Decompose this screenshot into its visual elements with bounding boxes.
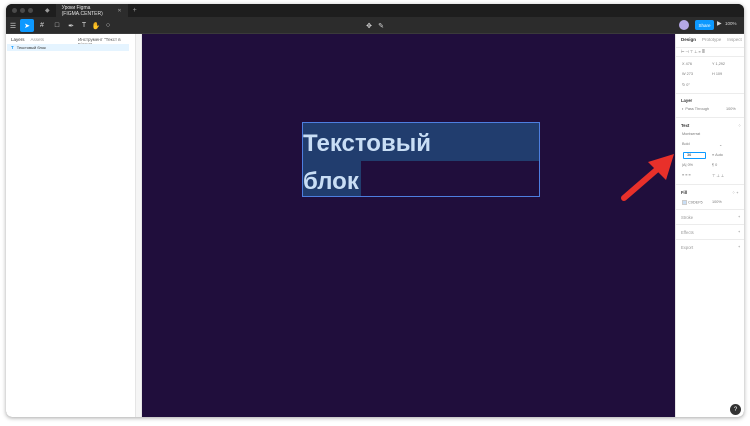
text-layer-icon: T: [11, 45, 14, 50]
alignment-icons[interactable]: ⊢ ⊣ ⊤ ⊥ ≡ ≣: [681, 49, 705, 54]
rotation-field[interactable]: ↻ 0°: [682, 82, 690, 87]
divider: [676, 239, 744, 240]
comment-tool-icon[interactable]: ○: [103, 19, 113, 32]
minimize-window-icon[interactable]: [20, 8, 25, 13]
main-toolbar: ☰ ➤ # □ ✒ T ✋ ○ ✥ ✎ Share ▶ 100%: [6, 17, 744, 34]
x-field[interactable]: X 476: [682, 62, 692, 66]
fill-row[interactable]: C9DEF5: [682, 200, 703, 205]
share-button[interactable]: Share: [695, 20, 714, 30]
design-panel-tabs: Design Prototype Inspect: [681, 37, 742, 42]
text-styles-icon[interactable]: ⁘: [738, 123, 741, 128]
blend-mode-dropdown[interactable]: ◐ Pass Through: [682, 107, 709, 111]
component-icon[interactable]: ✥: [364, 19, 374, 32]
height-field[interactable]: H 109: [712, 72, 722, 76]
zoom-dropdown[interactable]: 100%: [725, 21, 737, 26]
figma-home-icon[interactable]: ◆: [45, 7, 50, 14]
tab-assets[interactable]: Assets: [31, 37, 45, 42]
effects-section-title[interactable]: Effects: [681, 230, 694, 235]
font-style-chevron-icon[interactable]: ⌄: [719, 142, 722, 147]
divider: [676, 93, 744, 94]
export-section-title[interactable]: Export: [681, 245, 693, 250]
hand-tool-icon[interactable]: ✋: [91, 19, 101, 32]
add-stroke-icon[interactable]: +: [738, 215, 740, 219]
frame-tool-icon[interactable]: #: [36, 19, 48, 32]
tab-design[interactable]: Design: [681, 37, 696, 42]
design-panel: Design Prototype Inspect ⊢ ⊣ ⊤ ⊥ ≡ ≣ X 4…: [675, 34, 744, 417]
text-align-icons[interactable]: ≡ ≡ ≡: [682, 173, 691, 177]
layer-name: Текстовый блок: [16, 45, 46, 50]
text-block-line1[interactable]: Текстовый: [303, 132, 431, 156]
help-icon[interactable]: ?: [730, 404, 741, 415]
layers-panel: Layers Assets Инструмент "Текст в Figma"…: [6, 34, 136, 417]
move-tool-icon[interactable]: ➤: [20, 19, 34, 32]
stroke-section-title[interactable]: Stroke: [681, 215, 693, 220]
maximize-window-icon[interactable]: [28, 8, 33, 13]
fill-styles-icon[interactable]: ⁘ +: [732, 190, 738, 195]
main-menu-icon[interactable]: ☰: [8, 19, 18, 32]
text-block-line2[interactable]: блок: [303, 170, 359, 194]
layer-item-text-block[interactable]: T Текстовый блок: [7, 44, 129, 51]
divider: [676, 184, 744, 185]
width-field[interactable]: W 273: [682, 72, 693, 76]
close-tab-icon[interactable]: ✕: [117, 8, 121, 14]
fill-swatch[interactable]: [682, 200, 687, 205]
fill-section-title: Fill: [681, 190, 688, 195]
new-tab-icon[interactable]: +: [133, 7, 137, 14]
letter-spacing-field[interactable]: |A| 0%: [682, 163, 693, 167]
figma-window: ◆ Уроки Figma (FIGMA.CENTER) ✕ + ☰ ➤ # □…: [6, 4, 744, 417]
shape-tool-icon[interactable]: □: [51, 19, 63, 32]
add-export-icon[interactable]: +: [738, 245, 740, 249]
design-canvas[interactable]: Текстовый блок: [142, 34, 675, 417]
tab-figma-file[interactable]: Уроки Figma (FIGMA.CENTER) ✕: [55, 4, 128, 17]
paragraph-spacing-field[interactable]: ¶ 0: [712, 163, 717, 167]
divider: [676, 209, 744, 210]
tab-prototype[interactable]: Prototype: [702, 37, 721, 42]
close-window-icon[interactable]: [12, 8, 17, 13]
font-size-input[interactable]: 36: [683, 152, 706, 159]
line-height-field[interactable]: ≡ Auto: [712, 153, 723, 157]
pen-tool-icon[interactable]: ✒: [65, 19, 77, 32]
vertical-align-icons[interactable]: ⊤ ⊥ ⊥: [712, 173, 724, 178]
y-field[interactable]: Y 1,292: [712, 62, 725, 66]
text-tool-icon[interactable]: T: [79, 19, 89, 32]
tab-bar: ◆ Уроки Figma (FIGMA.CENTER) ✕ +: [6, 4, 744, 17]
tab-layers[interactable]: Layers: [11, 37, 25, 42]
layers-panel-tabs: Layers Assets: [11, 37, 44, 42]
text-section-title: Text: [681, 123, 690, 128]
window-controls[interactable]: [12, 8, 33, 13]
divider: [676, 47, 744, 48]
add-effect-icon[interactable]: +: [738, 230, 740, 234]
user-avatar[interactable]: [679, 20, 689, 30]
tab-inspect[interactable]: Inspect: [727, 37, 742, 42]
layer-section-title: Layer: [681, 98, 693, 103]
font-family-dropdown[interactable]: Montserrat: [682, 132, 700, 136]
present-icon[interactable]: ▶: [717, 20, 722, 27]
divider: [676, 117, 744, 118]
divider: [676, 56, 744, 57]
font-style-dropdown[interactable]: Bold: [682, 142, 690, 146]
tab-title: Уроки Figma (FIGMA.CENTER): [61, 4, 103, 17]
edit-object-icon[interactable]: ✎: [376, 19, 386, 32]
layer-opacity-field[interactable]: 100%: [726, 107, 736, 111]
fill-opacity-field[interactable]: 100%: [712, 200, 722, 204]
divider: [676, 224, 744, 225]
